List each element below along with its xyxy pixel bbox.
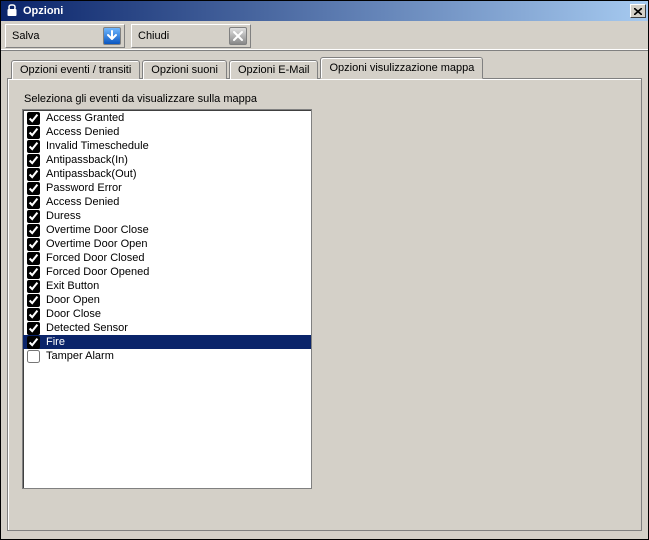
tab-email[interactable]: Opzioni E-Mail: [229, 60, 319, 79]
tab-map-display[interactable]: Opzioni visulizzazione mappa: [320, 57, 483, 79]
event-checkbox[interactable]: [27, 196, 40, 209]
list-item[interactable]: Overtime Door Close: [23, 223, 311, 237]
list-item[interactable]: Antipassback(In): [23, 153, 311, 167]
list-item[interactable]: Door Close: [23, 307, 311, 321]
event-checkbox[interactable]: [27, 154, 40, 167]
event-label: Door Open: [46, 294, 100, 306]
event-checkbox[interactable]: [27, 126, 40, 139]
event-checkbox[interactable]: [27, 168, 40, 181]
list-item[interactable]: Access Granted: [23, 111, 311, 125]
event-checkbox[interactable]: [27, 266, 40, 279]
tab-sounds[interactable]: Opzioni suoni: [142, 60, 227, 79]
list-item[interactable]: Access Denied: [23, 195, 311, 209]
titlebar-left: Opzioni: [5, 4, 63, 18]
list-item[interactable]: Invalid Timeschedule: [23, 139, 311, 153]
close-icon: [229, 27, 247, 45]
list-item[interactable]: Overtime Door Open: [23, 237, 311, 251]
content-area: Opzioni eventi / transiti Opzioni suoni …: [1, 51, 648, 539]
toolbar: Salva Chiudi: [1, 21, 648, 51]
event-checkbox[interactable]: [27, 224, 40, 237]
event-label: Duress: [46, 210, 81, 222]
event-label: Overtime Door Close: [46, 224, 149, 236]
event-label: Door Close: [46, 308, 101, 320]
event-label: Overtime Door Open: [46, 238, 147, 250]
tabstrip: Opzioni eventi / transiti Opzioni suoni …: [7, 57, 642, 78]
event-checkbox[interactable]: [27, 336, 40, 349]
event-label: Antipassback(Out): [46, 168, 136, 180]
event-checkbox[interactable]: [27, 140, 40, 153]
event-label: Access Granted: [46, 112, 124, 124]
event-checkbox[interactable]: [27, 112, 40, 125]
event-checkbox[interactable]: [27, 350, 40, 363]
save-button-label: Salva: [12, 30, 40, 42]
list-item[interactable]: Password Error: [23, 181, 311, 195]
event-checkbox[interactable]: [27, 280, 40, 293]
event-checkbox[interactable]: [27, 322, 40, 335]
event-label: Tamper Alarm: [46, 350, 114, 362]
event-label: Invalid Timeschedule: [46, 140, 149, 152]
list-item[interactable]: Door Open: [23, 293, 311, 307]
event-label: Detected Sensor: [46, 322, 128, 334]
event-label: Forced Door Closed: [46, 252, 144, 264]
save-icon: [103, 27, 121, 45]
event-checkbox[interactable]: [27, 308, 40, 321]
window-close-button[interactable]: [630, 4, 646, 18]
event-checkbox[interactable]: [27, 182, 40, 195]
event-label: Forced Door Opened: [46, 266, 149, 278]
event-label: Access Denied: [46, 196, 119, 208]
titlebar: Opzioni: [1, 1, 648, 21]
window-title: Opzioni: [23, 5, 63, 17]
list-item[interactable]: Duress: [23, 209, 311, 223]
event-label: Fire: [46, 336, 65, 348]
panel-label: Seleziona gli eventi da visualizzare sul…: [24, 93, 627, 105]
window: Opzioni Salva Chiudi Opzioni eventi / tr…: [0, 0, 649, 540]
list-item[interactable]: Detected Sensor: [23, 321, 311, 335]
close-button-label: Chiudi: [138, 30, 169, 42]
app-icon: [5, 4, 19, 18]
list-item[interactable]: Forced Door Opened: [23, 265, 311, 279]
event-label: Access Denied: [46, 126, 119, 138]
list-item[interactable]: Tamper Alarm: [23, 349, 311, 363]
list-item[interactable]: Antipassback(Out): [23, 167, 311, 181]
close-button[interactable]: Chiudi: [131, 24, 251, 48]
event-listbox[interactable]: Access Granted Access Denied Invalid Times…: [22, 109, 312, 489]
event-label: Antipassback(In): [46, 154, 128, 166]
list-item[interactable]: Forced Door Closed: [23, 251, 311, 265]
list-item[interactable]: Access Denied: [23, 125, 311, 139]
event-label: Password Error: [46, 182, 122, 194]
event-label: Exit Button: [46, 280, 99, 292]
event-checkbox[interactable]: [27, 294, 40, 307]
save-button[interactable]: Salva: [5, 24, 125, 48]
event-checkbox[interactable]: [27, 210, 40, 223]
tab-events-transits[interactable]: Opzioni eventi / transiti: [11, 60, 140, 79]
event-checkbox[interactable]: [27, 238, 40, 251]
tab-panel: Seleziona gli eventi da visualizzare sul…: [7, 78, 642, 531]
list-item[interactable]: Exit Button: [23, 279, 311, 293]
list-item[interactable]: Fire: [23, 335, 311, 349]
event-checkbox[interactable]: [27, 252, 40, 265]
